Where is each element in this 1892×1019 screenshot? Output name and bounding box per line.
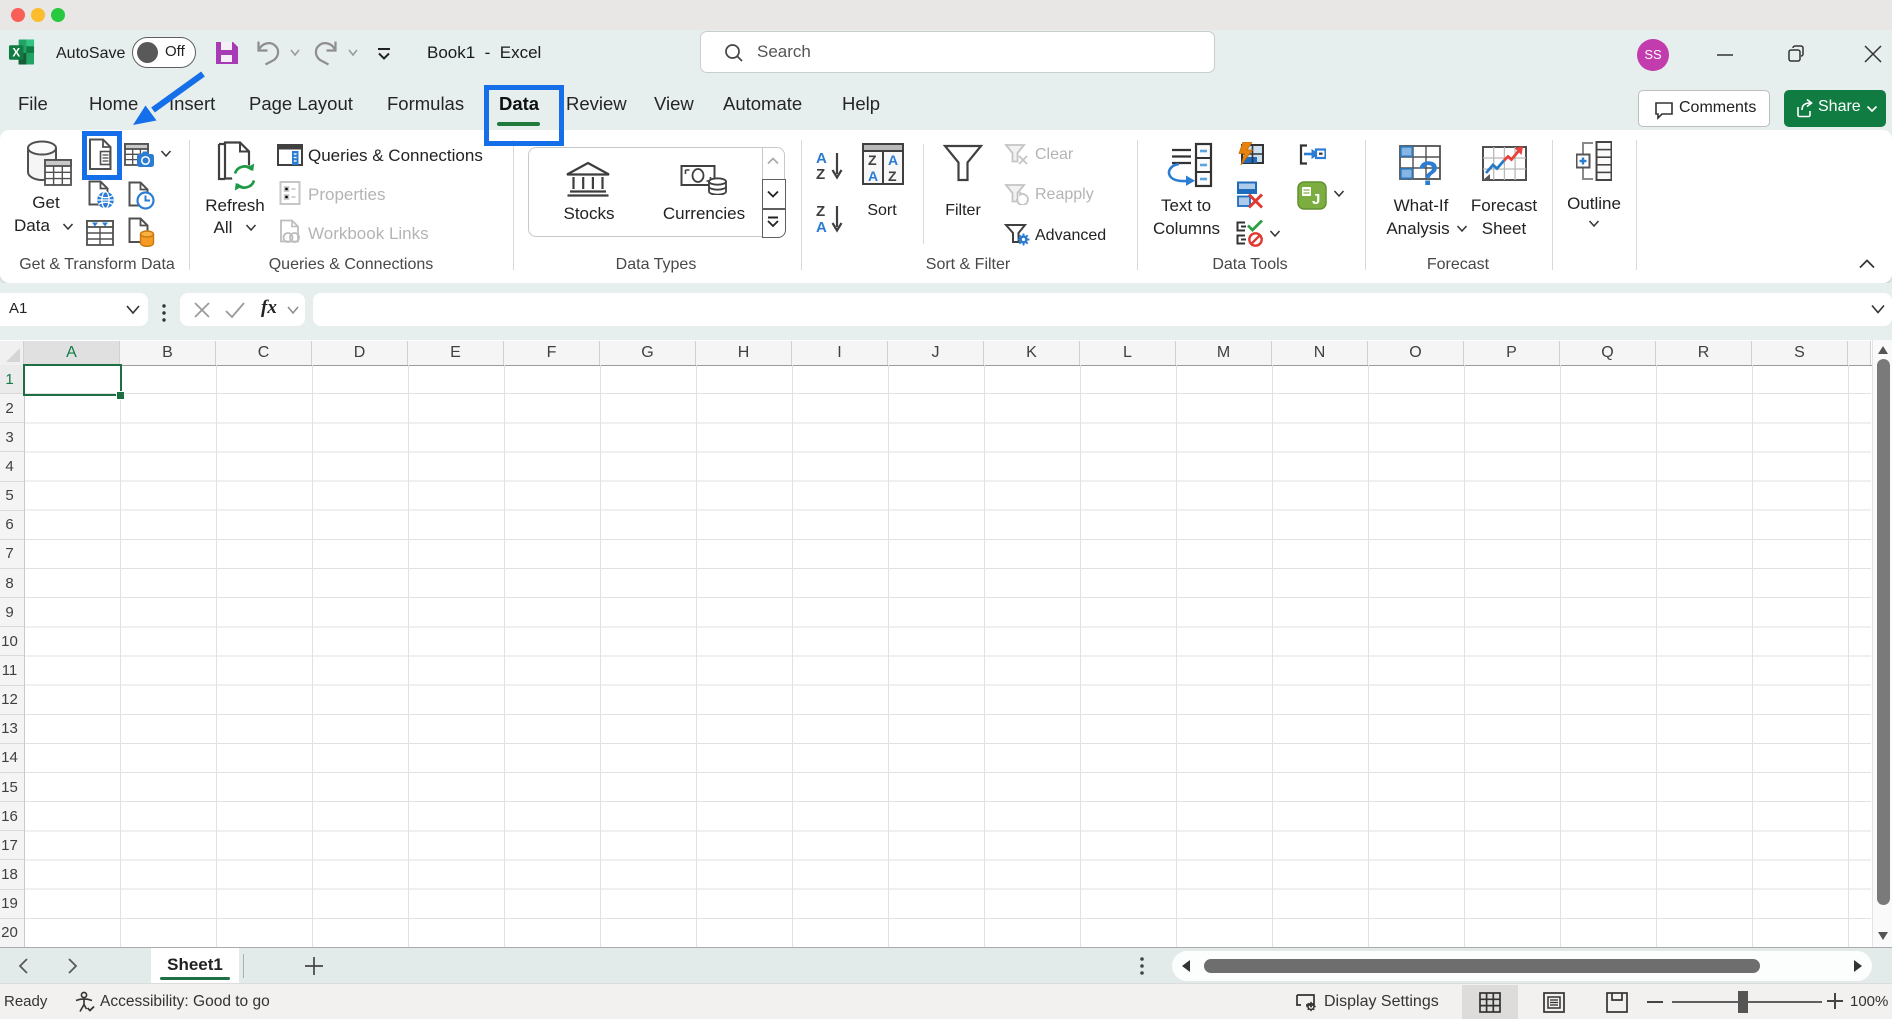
svg-text:J: J xyxy=(1312,191,1320,208)
svg-text:Z: Z xyxy=(816,166,825,180)
svg-text:Z: Z xyxy=(888,168,897,184)
svg-text:Z: Z xyxy=(868,152,877,168)
svg-text:A: A xyxy=(816,219,827,233)
svg-text:?: ? xyxy=(1418,155,1439,186)
svg-text:X: X xyxy=(12,47,20,59)
svg-text:A: A xyxy=(888,152,898,168)
svg-text:Z: Z xyxy=(816,203,825,220)
svg-text:A: A xyxy=(816,150,827,167)
svg-text:A: A xyxy=(868,168,878,184)
